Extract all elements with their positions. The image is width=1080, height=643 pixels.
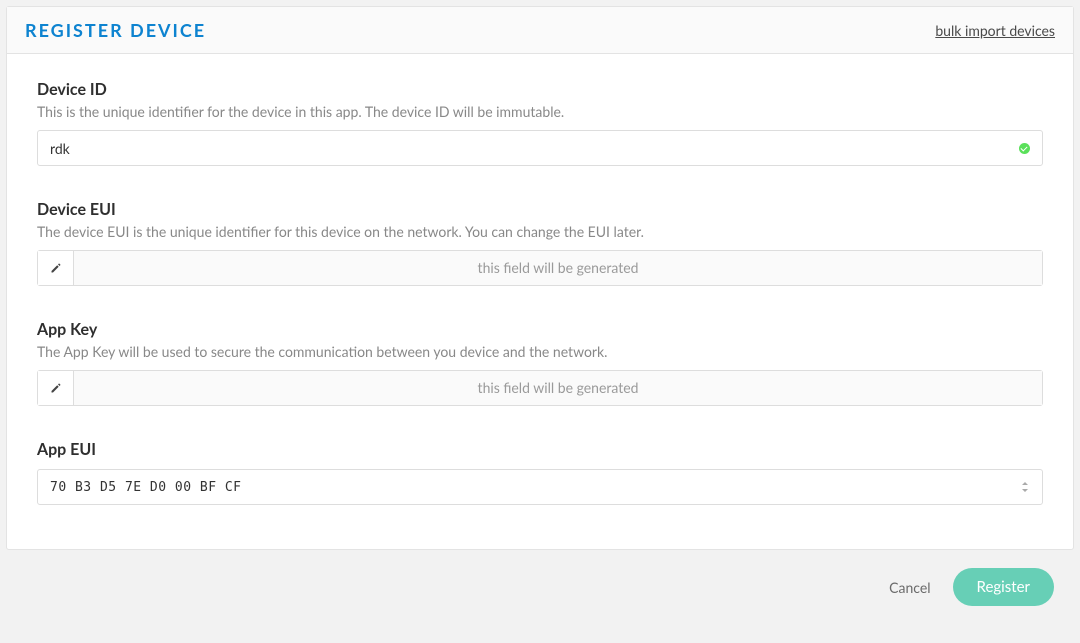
pencil-icon <box>50 382 62 394</box>
device-eui-field: this field will be generated <box>37 250 1043 286</box>
app-key-field: this field will be generated <box>37 370 1043 406</box>
device-id-desc: This is the unique identifier for the de… <box>37 103 1043 120</box>
check-icon <box>1019 143 1030 154</box>
app-eui-value: 70 B3 D5 7E D0 00 BF CF <box>50 480 242 495</box>
panel-header: REGISTER DEVICE bulk import devices <box>7 7 1073 54</box>
app-eui-label: App EUI <box>37 440 1043 459</box>
app-key-label: App Key <box>37 320 1043 339</box>
device-eui-edit-button[interactable] <box>38 251 74 285</box>
device-eui-label: Device EUI <box>37 200 1043 219</box>
cancel-button[interactable]: Cancel <box>889 579 930 596</box>
bulk-import-link[interactable]: bulk import devices <box>935 22 1055 39</box>
footer: Cancel Register <box>6 550 1074 614</box>
register-device-panel: REGISTER DEVICE bulk import devices Devi… <box>6 6 1074 550</box>
device-eui-placeholder[interactable]: this field will be generated <box>74 251 1042 285</box>
device-id-block: Device ID This is the unique identifier … <box>37 80 1043 166</box>
device-eui-desc: The device EUI is the unique identifier … <box>37 223 1043 240</box>
app-key-placeholder[interactable]: this field will be generated <box>74 371 1042 405</box>
page-title: REGISTER DEVICE <box>25 19 206 41</box>
app-key-edit-button[interactable] <box>38 371 74 405</box>
app-key-desc: The App Key will be used to secure the c… <box>37 343 1043 360</box>
app-key-block: App Key The App Key will be used to secu… <box>37 320 1043 406</box>
app-eui-block: App EUI 70 B3 D5 7E D0 00 BF CF <box>37 440 1043 505</box>
chevron-up-down-icon <box>1020 479 1030 495</box>
device-id-input[interactable] <box>38 140 1019 157</box>
device-eui-block: Device EUI The device EUI is the unique … <box>37 200 1043 286</box>
device-id-label: Device ID <box>37 80 1043 99</box>
register-button[interactable]: Register <box>953 568 1054 606</box>
device-id-input-wrap <box>37 130 1043 166</box>
pencil-icon <box>50 262 62 274</box>
app-eui-select[interactable]: 70 B3 D5 7E D0 00 BF CF <box>37 469 1043 505</box>
